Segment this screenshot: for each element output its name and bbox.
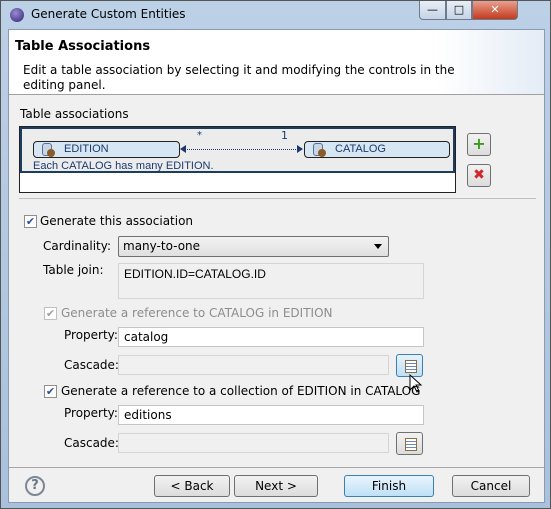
back-button[interactable]: < Back — [154, 475, 230, 497]
property-label: Property: — [64, 406, 118, 420]
associations-list[interactable]: EDITION CATALOG * 1 Each CATALOG has man… — [19, 126, 456, 193]
dialog-window: Generate Custom Entities — □ ✕ Table Ass… — [0, 0, 551, 509]
cascade-edit-button[interactable] — [396, 432, 423, 455]
minimize-button[interactable]: — — [419, 1, 446, 20]
page-title: Table Associations — [15, 39, 151, 54]
association-line — [185, 149, 298, 150]
association-summary: Each CATALOG has many EDITION. — [33, 160, 214, 172]
chevron-down-icon — [374, 244, 382, 249]
cardinality-select[interactable]: many-to-one — [118, 236, 389, 257]
page-description: Edit a table association by selecting it… — [23, 63, 455, 92]
table-icon — [313, 143, 326, 157]
finish-button[interactable]: Finish — [344, 475, 434, 497]
arrow-right-icon — [297, 145, 303, 153]
footer-separator — [9, 467, 544, 468]
window-title: Generate Custom Entities — [31, 7, 186, 21]
collection-reference-label: Generate a reference to a collection of … — [61, 384, 421, 398]
cascade-label: Cascade: — [64, 358, 119, 372]
target-table-name: CATALOG — [335, 143, 386, 155]
reference-cascade-input[interactable] — [118, 355, 389, 375]
edit-list-icon — [405, 438, 417, 451]
table-join-field[interactable]: EDITION.ID=CATALOG.ID — [118, 263, 424, 299]
source-multiplicity: * — [197, 130, 202, 141]
cascade-label: Cascade: — [64, 436, 119, 450]
associations-label: Table associations — [20, 107, 129, 121]
target-table-node: CATALOG — [304, 141, 450, 158]
arrow-left-icon — [180, 145, 186, 153]
collection-reference-checkbox[interactable]: ✔ — [44, 385, 57, 398]
cancel-button[interactable]: Cancel — [452, 475, 530, 497]
help-icon[interactable]: ? — [25, 476, 45, 496]
cardinality-label: Cardinality: — [43, 239, 112, 253]
table-join-label: Table join: — [43, 263, 104, 277]
eclipse-icon — [10, 8, 24, 22]
reference-property-input[interactable]: catalog — [118, 327, 424, 347]
maximize-button[interactable]: □ — [446, 1, 472, 20]
table-icon — [42, 143, 55, 157]
reference-to-catalog-checkbox: ✔ — [44, 307, 57, 320]
add-association-button[interactable]: + — [467, 133, 491, 156]
target-multiplicity: 1 — [281, 129, 288, 142]
generate-association-label: Generate this association — [40, 214, 194, 228]
property-label: Property: — [64, 328, 118, 342]
next-button[interactable]: Next > — [234, 475, 318, 497]
generate-association-checkbox[interactable]: ✔ — [24, 215, 37, 228]
source-table-node: EDITION — [33, 141, 180, 158]
separator — [19, 198, 536, 199]
wizard-header: Table Associations Edit a table associat… — [9, 30, 544, 95]
collection-cascade-input[interactable] — [118, 433, 389, 453]
reference-to-catalog-label: Generate a reference to CATALOG in EDITI… — [61, 306, 333, 320]
source-table-name: EDITION — [64, 143, 109, 155]
edit-list-icon — [405, 360, 417, 373]
remove-association-button[interactable]: ✖ — [467, 164, 491, 187]
association-item-selected[interactable]: EDITION CATALOG * 1 Each CATALOG has man… — [20, 127, 455, 173]
collection-property-input[interactable]: editions — [118, 405, 424, 425]
close-button[interactable]: ✕ — [472, 1, 518, 20]
cardinality-value: many-to-one — [123, 239, 201, 253]
dialog-body: Table Associations Edit a table associat… — [8, 29, 545, 503]
